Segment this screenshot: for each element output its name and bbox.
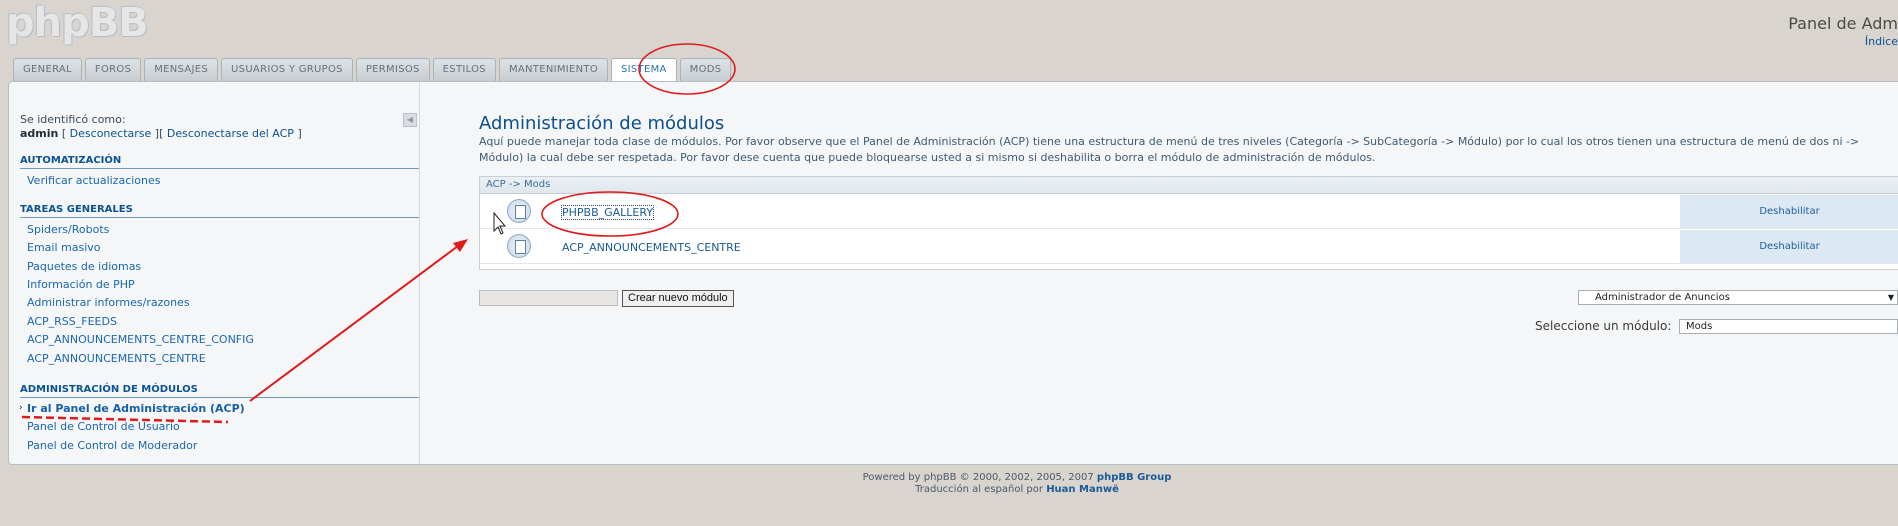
footer-phpbb-group-link[interactable]: phpBB Group xyxy=(1097,472,1171,483)
section-tareas-generales: TAREAS GENERALES xyxy=(20,204,419,218)
logout-acp-link[interactable]: Desconectarse del ACP xyxy=(167,127,294,140)
logged-as-label: Se identificó como: xyxy=(20,113,126,126)
module-select-value: Mods xyxy=(1686,321,1713,332)
current-item-bullet-icon: › xyxy=(19,403,23,413)
tab-mods[interactable]: MODS xyxy=(679,58,732,81)
tab-sistema[interactable]: SISTEMA xyxy=(611,58,677,82)
tab-mensajes[interactable]: MENSAJES xyxy=(144,58,219,81)
footer-translator-link[interactable]: Huan Manwë xyxy=(1046,484,1119,495)
create-module-button[interactable]: Crear nuevo módulo xyxy=(622,290,734,307)
sidebar-item-announcements-config[interactable]: ACP_ANNOUNCEMENTS_CENTRE_CONFIG xyxy=(27,333,254,346)
bracket-mid: ][ xyxy=(154,127,164,140)
collapse-sidebar-icon[interactable]: ◀ xyxy=(403,113,417,127)
section-administracion-modulos: ADMINISTRACIÓN DE MÓDULOS xyxy=(20,384,419,398)
new-module-input[interactable] xyxy=(479,290,618,306)
sidebar: Se identificó como: admin [ Desconectars… xyxy=(9,82,420,464)
tab-usuarios-y-grupos[interactable]: USUARIOS Y GRUPOS xyxy=(221,58,353,81)
modules-table: ACP -> Mods PHPBB_GALLERY Deshabilitar A… xyxy=(479,176,1898,270)
module-select[interactable]: Mods xyxy=(1679,319,1898,334)
bracket-open: [ xyxy=(61,127,67,140)
footer-powered: Powered by phpBB © 2000, 2002, 2005, 200… xyxy=(0,472,1898,483)
sidebar-item-informes-razones[interactable]: Administrar informes/razones xyxy=(27,296,190,309)
sidebar-item-paquetes-de-idiomas[interactable]: Paquetes de idiomas xyxy=(27,260,141,273)
chevron-down-icon: ▼ xyxy=(1887,293,1894,302)
page-title: Administración de módulos xyxy=(479,113,725,134)
admin-category-select[interactable]: Administrador de Anuncios ▼ xyxy=(1578,290,1898,305)
module-link-announcements-centre[interactable]: ACP_ANNOUNCEMENTS_CENTRE xyxy=(562,241,741,254)
index-link[interactable]: Índice xyxy=(1865,35,1898,48)
page-description: Aquí puede manejar toda clase de módulos… xyxy=(479,135,1860,164)
logout-link[interactable]: Desconectarse xyxy=(70,127,152,140)
tab-permisos[interactable]: PERMISOS xyxy=(355,58,430,81)
section-automatizacion: AUTOMATIZACIÓN xyxy=(20,155,419,169)
breadcrumb: ACP -> Mods xyxy=(480,177,1898,194)
disable-button[interactable]: Deshabilitar xyxy=(1680,195,1898,228)
sidebar-item-informacion-php[interactable]: Información de PHP xyxy=(27,278,135,291)
footer-powered-text: Powered by phpBB © 2000, 2002, 2005, 200… xyxy=(862,472,1094,483)
tab-estilos[interactable]: ESTILOS xyxy=(432,58,496,81)
admin-category-value: Administrador de Anuncios xyxy=(1595,292,1730,303)
main-tabs: GENERAL FOROS MENSAJES USUARIOS Y GRUPOS… xyxy=(13,58,734,82)
username: admin xyxy=(20,127,59,140)
select-module-label: Seleccione un módulo: xyxy=(1535,319,1672,333)
phpbb-logo: phpBB xyxy=(6,0,149,46)
header-title: Panel de Adm xyxy=(1788,14,1898,33)
table-row: PHPBB_GALLERY Deshabilitar xyxy=(480,195,1898,229)
sidebar-item-ir-panel-acp[interactable]: Ir al Panel de Administración (ACP) xyxy=(27,402,245,415)
disable-button[interactable]: Deshabilitar xyxy=(1680,230,1898,263)
login-info: Se identificó como: admin [ Desconectars… xyxy=(20,113,302,141)
sidebar-item-acp-rss-feeds[interactable]: ACP_RSS_FEEDS xyxy=(27,315,117,328)
module-icon xyxy=(507,234,531,258)
table-row: ACP_ANNOUNCEMENTS_CENTRE Deshabilitar xyxy=(480,230,1898,264)
tab-general[interactable]: GENERAL xyxy=(13,58,82,81)
module-icon xyxy=(507,199,531,223)
sidebar-item-email-masivo[interactable]: Email masivo xyxy=(27,241,101,254)
bracket-close: ] xyxy=(297,127,302,140)
sidebar-item-panel-usuario[interactable]: Panel de Control de Usuario xyxy=(27,420,180,433)
tab-mantenimiento[interactable]: MANTENIMIENTO xyxy=(498,58,608,81)
sidebar-item-spiders-robots[interactable]: Spiders/Robots xyxy=(27,223,109,236)
tab-foros[interactable]: FOROS xyxy=(84,58,142,81)
sidebar-item-announcements-centre[interactable]: ACP_ANNOUNCEMENTS_CENTRE xyxy=(27,352,206,365)
module-link-phpbb-gallery[interactable]: PHPBB_GALLERY xyxy=(560,205,655,220)
footer-translation: Traducción al español por Huan Manwë xyxy=(0,484,1898,495)
sidebar-item-panel-moderador[interactable]: Panel de Control de Moderador xyxy=(27,439,197,452)
footer-translation-text: Traducción al español por xyxy=(915,484,1043,495)
sidebar-item-verificar-actualizaciones[interactable]: Verificar actualizaciones xyxy=(27,174,161,187)
